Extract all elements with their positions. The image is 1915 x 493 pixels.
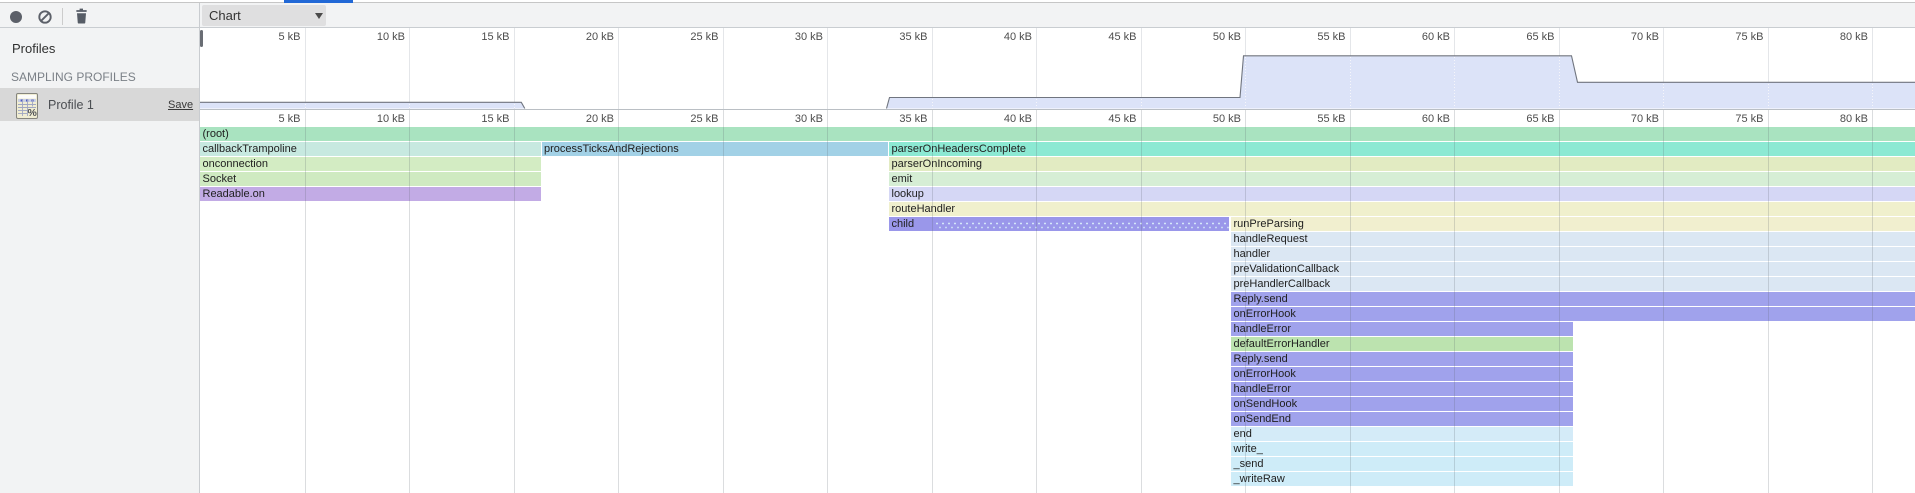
svg-text:%: %: [28, 107, 38, 119]
